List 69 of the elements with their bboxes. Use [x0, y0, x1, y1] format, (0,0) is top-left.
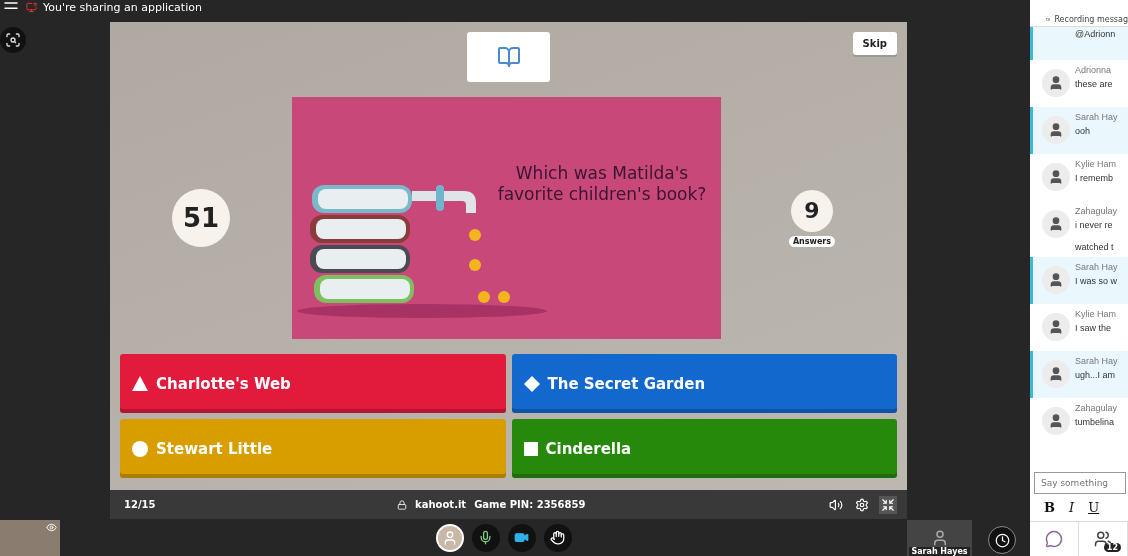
game-pin: Game PIN: 2356859	[474, 499, 586, 510]
message-text: tumbelina	[1075, 417, 1116, 427]
answers-count: 9	[791, 189, 833, 232]
microphone-button[interactable]	[471, 523, 500, 552]
message-text: these are	[1075, 79, 1113, 89]
screen-search-button[interactable]	[0, 27, 26, 53]
avatar-icon	[1042, 266, 1070, 294]
answer-option[interactable]: Cinderella	[511, 419, 897, 478]
message-text: I was so w	[1075, 276, 1118, 286]
screen-search-icon	[5, 32, 21, 48]
format-button[interactable]: I	[1069, 500, 1075, 515]
diamond-icon	[523, 375, 540, 392]
camera-icon	[514, 530, 529, 545]
participant-name: Sarah Hayes	[909, 547, 970, 556]
answer-option[interactable]: The Secret Garden	[511, 354, 897, 413]
hand-icon	[550, 530, 565, 545]
sender-name: Kylie Ham	[1075, 159, 1116, 169]
answer-option[interactable]: Charlotte's Web	[120, 354, 506, 413]
sender-name: Adrionna	[1075, 65, 1113, 75]
question-number-text: 12/15	[124, 499, 156, 510]
site-address: kahoot.it	[415, 499, 467, 510]
avatar-icon	[1042, 313, 1070, 341]
sharing-notice-text: You're sharing an application	[43, 2, 202, 13]
message-text: watched t	[1075, 242, 1115, 252]
avatar-icon	[1042, 360, 1070, 388]
exit-fullscreen-button[interactable]	[879, 495, 897, 514]
avatar-icon	[1042, 69, 1070, 97]
eye-icon	[46, 522, 57, 533]
avatar-icon	[1042, 116, 1070, 144]
microphone-icon	[478, 530, 493, 545]
circle-icon	[132, 440, 148, 457]
message-text: I saw the	[1075, 323, 1113, 333]
lock-icon	[397, 499, 408, 510]
sender-name: Kylie Ham	[1075, 309, 1116, 319]
message-text: ooh	[1075, 126, 1092, 136]
compress-icon	[881, 497, 895, 512]
question-text: Which was Matilda's favorite children's book?	[497, 163, 707, 206]
screen-share-icon	[26, 2, 37, 13]
sender-name: Sarah Hay	[1075, 112, 1118, 122]
avatar-icon	[1042, 407, 1070, 435]
triangle-icon	[132, 376, 148, 391]
answers-label: Answers	[788, 235, 836, 247]
settings-icon	[855, 497, 869, 512]
sender-name: Sarah Hay	[1075, 356, 1118, 366]
clock-button[interactable]	[988, 526, 1016, 554]
profile-avatar[interactable]	[435, 523, 464, 552]
message-text: i never re	[1075, 220, 1114, 230]
clock-icon	[994, 532, 1010, 548]
skip-button[interactable]: Skip	[852, 32, 897, 55]
book-icon	[496, 45, 521, 69]
sender-name: Zahagulay	[1075, 206, 1118, 216]
raise-hand-button[interactable]	[543, 523, 572, 552]
avatar-icon	[1042, 210, 1070, 238]
chat-bubble-icon	[1045, 530, 1063, 548]
format-button[interactable]: U	[1088, 500, 1100, 515]
message-text: ugh...I am	[1075, 370, 1117, 380]
recording-note: Recording messag	[1054, 14, 1128, 24]
camera-button[interactable]	[507, 523, 536, 552]
avatar-icon	[1042, 163, 1070, 191]
format-button[interactable]: B	[1044, 500, 1055, 515]
people-count: 12	[1103, 543, 1121, 552]
timer: 51	[172, 189, 230, 247]
volume-icon	[829, 497, 843, 512]
message-text: @Adrionn	[1075, 29, 1116, 39]
message-text: I rememb	[1075, 173, 1114, 183]
sender-name: Sarah Hay	[1075, 262, 1118, 272]
message-input[interactable]: Say something	[1034, 472, 1126, 494]
sender-name: Zahagulay	[1075, 403, 1118, 413]
square-icon	[523, 441, 538, 456]
